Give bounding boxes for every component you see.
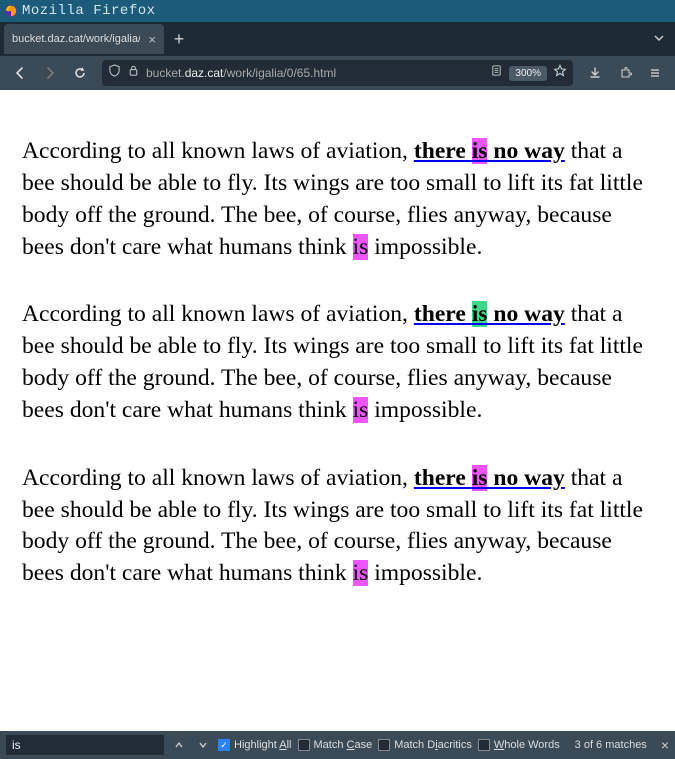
browser-tab[interactable]: bucket.daz.cat/work/igalia/0/65 × (4, 24, 164, 54)
reload-button[interactable] (66, 59, 94, 87)
paragraph: According to all known laws of aviation,… (22, 136, 655, 263)
zoom-indicator[interactable]: 300% (509, 66, 547, 81)
find-prev-button[interactable] (170, 736, 188, 754)
find-highlight: is (353, 234, 369, 260)
app-menu-button[interactable] (641, 59, 669, 87)
lock-icon[interactable] (127, 64, 140, 82)
url-text: bucket.daz.cat/work/igalia/0/65.html (146, 66, 484, 80)
extensions-button[interactable] (611, 59, 639, 87)
tab-list-button[interactable] (649, 28, 669, 51)
window-title: Mozilla Firefox (22, 3, 156, 19)
reader-mode-icon[interactable] (490, 64, 503, 82)
url-bar[interactable]: bucket.daz.cat/work/igalia/0/65.html 300… (102, 60, 573, 86)
tab-strip: bucket.daz.cat/work/igalia/0/65 × + (0, 22, 675, 56)
find-bar: Highlight All Match Case Match Diacritic… (0, 731, 675, 759)
paragraph: According to all known laws of aviation,… (22, 299, 655, 426)
new-tab-button[interactable]: + (164, 24, 194, 54)
window-titlebar: Mozilla Firefox (0, 0, 675, 22)
find-highlight: is (353, 560, 369, 586)
highlight-all-checkbox[interactable]: Highlight All (218, 739, 292, 751)
forward-button[interactable] (36, 59, 64, 87)
bookmark-star-icon[interactable] (553, 64, 567, 83)
checkbox-icon (298, 739, 310, 751)
find-close-button[interactable]: × (661, 737, 669, 753)
find-highlight-current: is (472, 301, 488, 327)
page-content: According to all known laws of aviation,… (0, 90, 675, 731)
checkbox-icon (218, 739, 230, 751)
firefox-logo-icon (4, 4, 18, 18)
close-tab-icon[interactable]: × (148, 32, 156, 47)
find-match-status: 3 of 6 matches (575, 739, 647, 751)
find-highlight: is (472, 465, 488, 491)
checkbox-icon (378, 739, 390, 751)
tab-title: bucket.daz.cat/work/igalia/0/65 (12, 33, 140, 45)
find-next-button[interactable] (194, 736, 212, 754)
checkbox-icon (478, 739, 490, 751)
find-input[interactable] (6, 735, 164, 755)
find-highlight: is (353, 397, 369, 423)
whole-words-checkbox[interactable]: Whole Words (478, 739, 560, 751)
link[interactable]: there is no way (414, 465, 565, 491)
downloads-button[interactable] (581, 59, 609, 87)
link[interactable]: there is no way (414, 138, 565, 164)
match-case-checkbox[interactable]: Match Case (298, 739, 373, 751)
match-diacritics-checkbox[interactable]: Match Diacritics (378, 739, 472, 751)
navigation-toolbar: bucket.daz.cat/work/igalia/0/65.html 300… (0, 56, 675, 90)
link[interactable]: there is no way (414, 301, 565, 327)
paragraph: According to all known laws of aviation,… (22, 463, 655, 590)
find-highlight: is (472, 138, 488, 164)
back-button[interactable] (6, 59, 34, 87)
tracking-shield-icon[interactable] (108, 64, 121, 82)
